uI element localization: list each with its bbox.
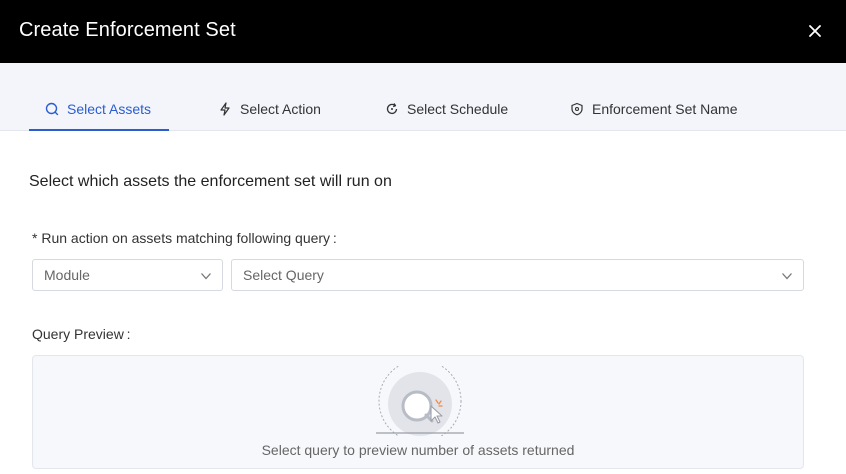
tab-select-assets[interactable]: Select Assets [29, 89, 169, 131]
tab-select-schedule[interactable]: Select Schedule [385, 89, 508, 131]
query-empty-illustration-icon [376, 366, 464, 436]
tab-select-action[interactable]: Select Action [218, 89, 321, 131]
shield-icon [570, 102, 584, 116]
wizard-tabs: Select Assets Select Action Select Sched… [0, 63, 846, 131]
tab-label: Select Schedule [407, 101, 509, 117]
chevron-down-icon [782, 273, 792, 280]
tab-enforcement-set-name[interactable]: Enforcement Set Name [570, 89, 738, 131]
tab-label: Select Assets [67, 101, 152, 117]
modal-header: Create Enforcement Set [0, 0, 846, 63]
module-select-value: Module [44, 267, 90, 283]
close-icon [809, 25, 821, 37]
query-select-value: Select Query [243, 267, 324, 283]
tab-label: Select Action [240, 101, 321, 117]
close-button[interactable] [803, 19, 827, 43]
section-heading: Select which assets the enforcement set … [29, 173, 392, 190]
query-field-label: * Run action on assets matching followin… [32, 230, 337, 246]
tab-label: Enforcement Set Name [592, 101, 738, 117]
query-select[interactable]: Select Query [231, 259, 804, 291]
chevron-down-icon [201, 273, 211, 280]
preview-empty-text: Select query to preview number of assets… [261, 442, 575, 458]
refresh-icon [385, 102, 399, 116]
query-preview-panel: Select query to preview number of assets… [32, 355, 804, 469]
modal-title: Create Enforcement Set [19, 19, 236, 41]
module-select[interactable]: Module [32, 259, 223, 291]
query-preview-label: Query Preview : [32, 326, 131, 342]
lightning-icon [218, 102, 232, 116]
search-icon [45, 102, 59, 116]
